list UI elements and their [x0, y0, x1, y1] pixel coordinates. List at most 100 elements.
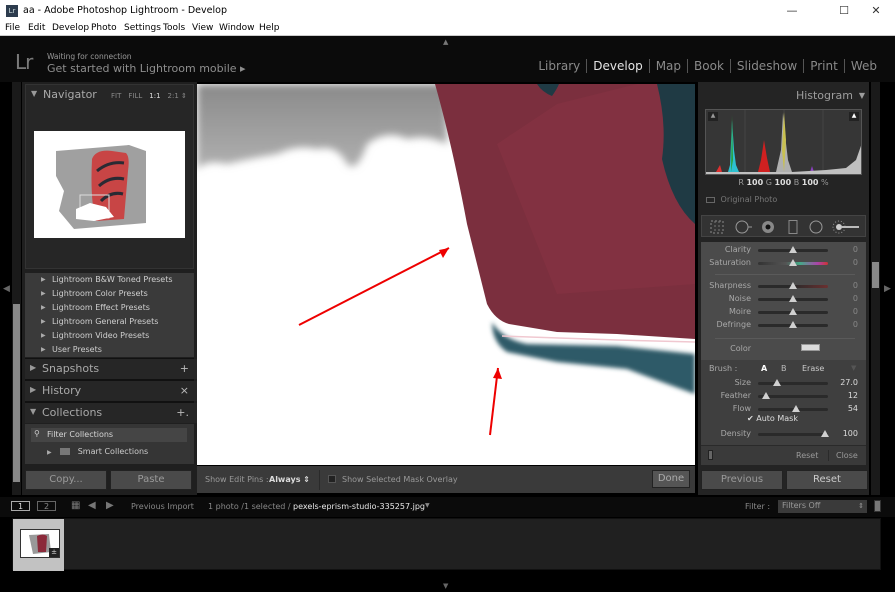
slider-track[interactable] — [758, 433, 828, 436]
brush-close-button[interactable]: Close — [836, 451, 858, 460]
slider-value[interactable]: 0 — [853, 258, 858, 267]
left-panel-scrollbar[interactable] — [12, 82, 21, 495]
slider-track[interactable] — [758, 382, 828, 385]
scroll-thumb[interactable] — [13, 304, 20, 482]
preset-folder[interactable]: ▶ Lightroom B&W Toned Presets — [25, 273, 194, 287]
original-photo-toggle[interactable]: Original Photo — [706, 195, 777, 204]
collections-header[interactable]: ▼ Collections +. — [25, 403, 197, 423]
slider-value[interactable]: 100 — [843, 429, 858, 438]
filmstrip-source[interactable]: Previous Import — [131, 502, 194, 511]
brush-menu-triangle-icon[interactable]: ▼ — [851, 364, 856, 372]
slider-value[interactable]: 27.0 — [840, 378, 858, 387]
spot-removal-icon[interactable] — [735, 220, 753, 234]
preset-folder[interactable]: ▶ Lightroom Effect Presets — [25, 301, 194, 315]
menu-file[interactable]: File — [5, 23, 20, 33]
clarity-slider[interactable]: Clarity 0 — [701, 244, 866, 256]
slider-knob[interactable] — [772, 379, 781, 386]
maximize-button[interactable]: ☐ — [830, 3, 858, 19]
slider-knob[interactable] — [789, 246, 797, 253]
crop-overlay-icon[interactable] — [710, 220, 724, 234]
second-window-button[interactable]: 2 — [37, 501, 56, 511]
brush-tab-b[interactable]: B — [781, 364, 787, 373]
brush-feather-slider[interactable]: Feather 12 — [701, 390, 866, 402]
preset-folder[interactable]: ▶ Lightroom Video Presets — [25, 329, 194, 343]
lightroom-mobile-link[interactable]: Get started with Lightroom mobile ▸ — [47, 62, 246, 75]
collapse-left-panel-icon[interactable]: ◀ — [3, 284, 10, 294]
slider-value[interactable]: 12 — [848, 391, 858, 400]
minimize-button[interactable]: — — [778, 3, 806, 19]
module-print[interactable]: Print — [803, 59, 844, 73]
slider-knob[interactable] — [789, 282, 797, 289]
zoom-fill[interactable]: FILL — [128, 92, 142, 100]
histogram-chart[interactable]: ▲ ▲ — [705, 109, 862, 175]
preset-folder[interactable]: ▶ Lightroom Color Presets — [25, 287, 194, 301]
menu-view[interactable]: View — [192, 23, 213, 33]
slider-knob[interactable] — [789, 295, 797, 302]
menu-edit[interactable]: Edit — [28, 23, 45, 33]
forward-arrow-icon[interactable]: ▶ — [106, 500, 114, 511]
slider-value[interactable]: 0 — [853, 245, 858, 254]
photo-canvas[interactable] — [197, 84, 695, 465]
copy-settings-button[interactable]: Copy... — [25, 470, 107, 490]
selected-filename[interactable]: pexels-eprism-studio-335257.jpg — [293, 502, 425, 511]
brush-tab-erase[interactable]: Erase — [802, 364, 824, 373]
menu-window[interactable]: Window — [219, 23, 255, 33]
mask-overlay-checkbox[interactable] — [328, 475, 336, 483]
brush-size-slider[interactable]: Size 27.0 — [701, 377, 866, 389]
add-snapshot-button[interactable]: + — [180, 362, 189, 375]
module-slideshow[interactable]: Slideshow — [729, 59, 803, 73]
shadow-clipping-icon[interactable]: ▲ — [708, 112, 718, 121]
module-book[interactable]: Book — [687, 59, 730, 73]
filename-dropdown-icon[interactable]: ▼ — [425, 502, 430, 509]
slider-knob[interactable] — [789, 321, 797, 328]
filter-lock-switch[interactable] — [874, 500, 881, 512]
slider-value[interactable]: 0 — [853, 281, 858, 290]
module-web[interactable]: Web — [843, 59, 883, 73]
radial-filter-icon[interactable] — [809, 220, 823, 234]
menu-develop[interactable]: Develop — [52, 23, 89, 33]
collapse-top-panel-icon[interactable]: ▲ — [443, 38, 448, 46]
add-collection-button[interactable]: +. — [176, 406, 189, 419]
color-swatch[interactable] — [801, 344, 820, 351]
menu-settings[interactable]: Settings — [124, 23, 161, 33]
slider-knob[interactable] — [820, 430, 829, 437]
grid-view-icon[interactable]: ▦ — [71, 500, 80, 511]
zoom-1-1[interactable]: 1:1 — [149, 92, 160, 100]
snapshots-header[interactable]: ▶ Snapshots + — [25, 359, 197, 379]
done-button[interactable]: Done — [652, 470, 690, 488]
smart-collections-item[interactable]: ▶ Smart Collections — [47, 447, 148, 456]
scroll-thumb[interactable] — [872, 262, 879, 288]
noise-slider[interactable]: Noise 0 — [701, 293, 866, 305]
module-develop[interactable]: Develop — [586, 59, 648, 73]
paste-settings-button[interactable]: Paste — [110, 470, 192, 490]
zoom-2-1[interactable]: 2:1 ⇕ — [168, 92, 187, 100]
preset-folder[interactable]: ▶ Lightroom General Presets — [25, 315, 194, 329]
brush-tab-a[interactable]: A — [761, 364, 767, 373]
slider-knob[interactable] — [789, 259, 797, 266]
slider-knob[interactable] — [789, 308, 797, 315]
defringe-slider[interactable]: Defringe 0 — [701, 319, 866, 331]
collapse-filmstrip-icon[interactable]: ▼ — [443, 582, 448, 590]
slider-value[interactable]: 0 — [853, 307, 858, 316]
menu-photo[interactable]: Photo — [91, 23, 117, 33]
preset-folder[interactable]: ▶ User Presets — [25, 343, 194, 357]
slider-value[interactable]: 54 — [848, 404, 858, 413]
filmstrip-thumbnail-cell[interactable]: ± — [13, 519, 64, 571]
adjustment-brush-icon[interactable] — [832, 220, 862, 234]
saturation-slider[interactable]: Saturation 0 — [701, 257, 866, 269]
highlight-clipping-icon[interactable]: ▲ — [849, 112, 859, 121]
brush-density-slider[interactable]: Density 100 — [701, 428, 866, 440]
slider-value[interactable]: 0 — [853, 294, 858, 303]
sharpness-slider[interactable]: Sharpness 0 — [701, 280, 866, 292]
right-panel-scrollbar[interactable] — [871, 82, 880, 495]
navigator-preview[interactable] — [34, 131, 185, 238]
module-map[interactable]: Map — [648, 59, 687, 73]
moire-slider[interactable]: Moire 0 — [701, 306, 866, 318]
menu-help[interactable]: Help — [259, 23, 280, 33]
panel-switch-icon[interactable] — [708, 450, 713, 460]
show-edit-pins-select[interactable]: Always ⇕ — [269, 475, 310, 484]
red-eye-icon[interactable] — [761, 220, 775, 234]
slider-knob[interactable] — [762, 392, 771, 399]
module-library[interactable]: Library — [532, 59, 586, 73]
slider-knob[interactable] — [791, 405, 800, 412]
